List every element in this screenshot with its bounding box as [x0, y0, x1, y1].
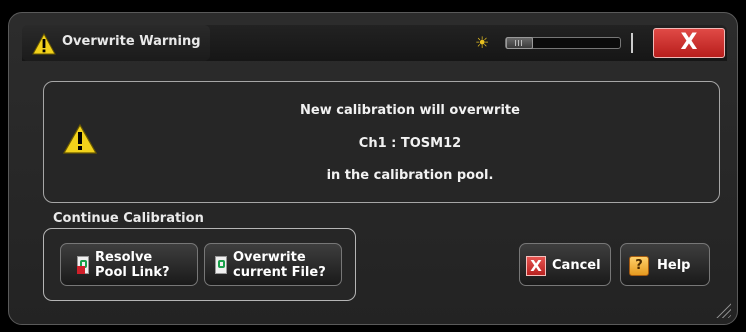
message-line-2: Ch1 : TOSM12: [358, 136, 462, 151]
message-line-3: in the calibration pool.: [326, 168, 494, 183]
brightness-slider[interactable]: [505, 37, 621, 49]
overwrite-label-line2: current File?: [233, 265, 326, 280]
warning-icon: [32, 33, 56, 55]
cancel-icon: X: [526, 256, 546, 276]
continue-calibration-label: Continue Calibration: [53, 211, 204, 226]
title-tab: Overwrite Warning: [22, 25, 210, 61]
slider-handle[interactable]: [506, 37, 533, 49]
sun-icon: ☀: [475, 33, 490, 52]
title-bar: Overwrite Warning: [22, 25, 727, 61]
help-label: Help: [657, 258, 691, 273]
cancel-button[interactable]: X Cancel: [519, 243, 611, 286]
resolve-label-line1: Resolve: [95, 250, 153, 265]
resolve-pool-link-button[interactable]: Resolve Pool Link?: [60, 243, 198, 286]
overwrite-label-line1: Overwrite: [233, 250, 306, 265]
help-button[interactable]: ? Help: [620, 243, 710, 286]
window-title: Overwrite Warning: [62, 34, 201, 49]
resolve-label-line2: Pool Link?: [95, 265, 170, 280]
separator: [631, 33, 633, 53]
grip-icon: [515, 40, 524, 46]
warning-icon: [63, 124, 97, 154]
file-icon: [215, 256, 227, 274]
message-line-1: New calibration will overwrite: [300, 103, 520, 118]
close-button[interactable]: X: [653, 28, 725, 58]
cancel-label: Cancel: [552, 258, 601, 273]
help-icon: ?: [629, 256, 649, 276]
pool-link-icon: [77, 256, 89, 274]
overwrite-current-file-button[interactable]: Overwrite current File?: [204, 243, 342, 286]
